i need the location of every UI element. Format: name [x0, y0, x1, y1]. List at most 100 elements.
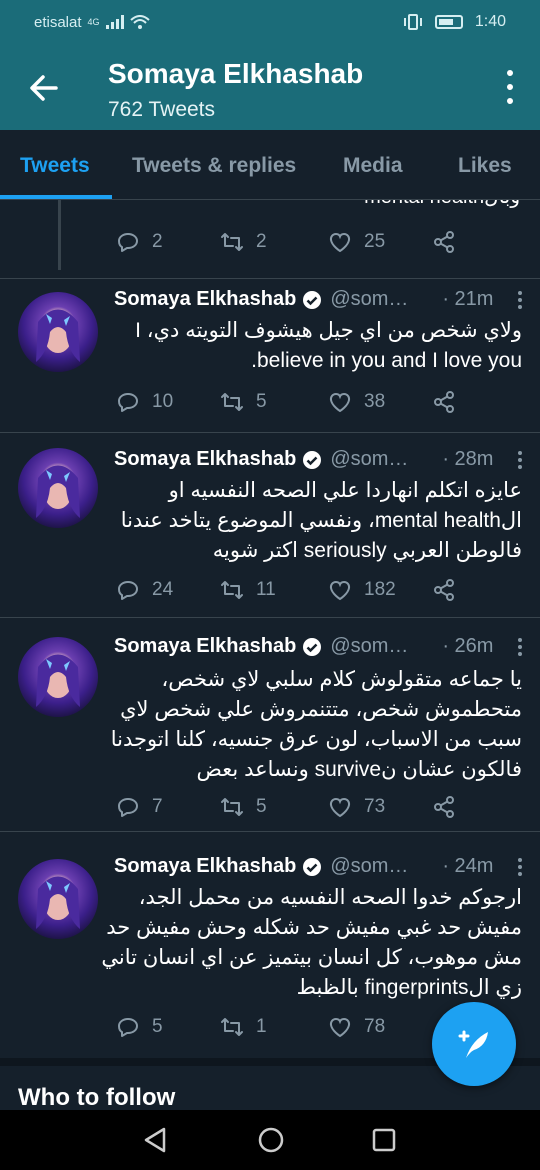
tweet-time[interactable]: · 24m [442, 855, 493, 878]
avatar-image [36, 465, 80, 518]
reply-button[interactable]: 2 [116, 230, 163, 254]
nav-home-icon[interactable] [258, 1126, 284, 1154]
avatar-image [36, 654, 80, 707]
author-handle: @som… [330, 635, 409, 657]
tweet-item[interactable]: Somaya Elkhashab @som… · 28m عايزه اتكلم… [0, 432, 540, 617]
profile-header: Somaya Elkhashab 762 Tweets [0, 44, 540, 130]
share-button[interactable] [432, 795, 456, 819]
reply-icon [118, 1018, 138, 1037]
reply-count: 2 [152, 231, 163, 252]
tweet-more-icon[interactable] [518, 857, 522, 876]
clipped-tweet-text: وبالmental health [364, 200, 520, 209]
tweet-feed[interactable]: وبالmental health 2 2 25 Somaya Elkhasha… [0, 200, 540, 1110]
heart-icon [329, 580, 351, 601]
heart-icon [329, 1017, 351, 1038]
retweet-button[interactable]: 5 [220, 390, 267, 414]
reply-icon [118, 233, 138, 252]
tweet-header: Somaya Elkhashab @som… · 21m [114, 288, 522, 311]
tweet-text: ولاي شخص من اي جيل هيشوف التويته دي، I b… [114, 316, 522, 376]
tweet-time[interactable]: · 28m [442, 448, 493, 471]
avatar-image [36, 876, 80, 929]
retweet-icon [221, 581, 243, 599]
retweet-count: 2 [256, 231, 267, 252]
author-name[interactable]: Somaya Elkhashab [114, 448, 296, 471]
like-button[interactable]: 73 [328, 795, 385, 819]
tweet-item[interactable]: Somaya Elkhashab @som… · 21m ولاي شخص من… [0, 278, 540, 432]
retweet-button[interactable]: 5 [220, 795, 267, 819]
author-name[interactable]: Somaya Elkhashab [114, 855, 296, 878]
tweet-time[interactable]: · 21m [442, 288, 493, 311]
reply-button[interactable]: 10 [116, 390, 173, 414]
avatar[interactable] [18, 292, 98, 372]
tweet-more-icon[interactable] [518, 450, 522, 469]
verified-badge-icon [303, 857, 322, 876]
tweet-more-icon[interactable] [518, 290, 522, 309]
tweet-text: ارجوكم خدوا الصحه النفسيه من محمل الجد، … [101, 883, 522, 1003]
tweet-line: مفيش حد غبي مفيش حد شكله وحش مفيش حد [106, 916, 522, 939]
like-button[interactable]: 25 [328, 230, 385, 254]
tweet-actions: 5 1 78 [116, 1015, 476, 1045]
tweet-header: Somaya Elkhashab @som… · 24m [114, 855, 522, 878]
network-type: 4G [87, 17, 100, 27]
reply-count: 5 [152, 1016, 163, 1037]
back-arrow-icon[interactable] [24, 68, 64, 108]
reply-button[interactable]: 7 [116, 795, 163, 819]
like-button[interactable]: 78 [328, 1015, 385, 1039]
clipped-tweet-actions: 2 2 25 [116, 230, 476, 260]
tweet-text: عايزه اتكلم انهاردا علي الصحه النفسيه او… [114, 476, 522, 566]
retweet-count: 5 [256, 796, 267, 817]
tweet-item[interactable]: Somaya Elkhashab @som… · 26m يا جماعه مت… [0, 617, 540, 831]
tab-tweets-replies[interactable]: Tweets & replies [132, 154, 296, 178]
overflow-menu-icon[interactable] [506, 70, 514, 104]
avatar[interactable] [18, 859, 98, 939]
reply-icon [118, 798, 138, 817]
like-count: 182 [364, 579, 396, 600]
tab-likes[interactable]: Likes [458, 154, 512, 178]
tweet-actions: 7 5 73 [116, 795, 476, 825]
wifi-icon [129, 15, 150, 29]
retweet-button[interactable]: 11 [220, 578, 276, 602]
share-button[interactable] [432, 230, 456, 254]
system-nav-bar [0, 1110, 540, 1170]
like-count: 25 [364, 231, 386, 252]
like-button[interactable]: 182 [328, 578, 396, 602]
reply-count: 7 [152, 796, 163, 817]
reply-count: 24 [152, 579, 174, 600]
reply-button[interactable]: 24 [116, 578, 173, 602]
signal-icon [105, 15, 124, 29]
retweet-button[interactable]: 1 [220, 1015, 267, 1039]
profile-tabs: Tweets Tweets & replies Media Likes [0, 130, 540, 200]
like-count: 38 [364, 391, 386, 412]
tweet-more-icon[interactable] [518, 637, 522, 656]
retweet-button[interactable]: 2 [220, 230, 267, 254]
tab-media[interactable]: Media [343, 154, 403, 178]
like-count: 78 [364, 1016, 386, 1037]
retweet-icon [221, 233, 243, 251]
retweet-icon [221, 1018, 243, 1036]
tweet-line: فالكون عشان نsurvive ونساعد بعض [196, 758, 522, 781]
retweet-count: 1 [256, 1016, 267, 1037]
like-count: 73 [364, 796, 386, 817]
nav-recents-icon[interactable] [372, 1128, 396, 1152]
share-button[interactable] [432, 390, 456, 414]
avatar[interactable] [18, 637, 98, 717]
retweet-count: 11 [256, 579, 276, 600]
author-name[interactable]: Somaya Elkhashab [114, 635, 296, 658]
reply-count: 10 [152, 391, 174, 412]
tweet-header: Somaya Elkhashab @som… · 28m [114, 448, 522, 471]
author-name[interactable]: Somaya Elkhashab [114, 288, 296, 311]
share-button[interactable] [432, 578, 456, 602]
like-button[interactable]: 38 [328, 390, 385, 414]
tab-tweets[interactable]: Tweets [20, 154, 90, 178]
tweet-actions: 10 5 38 [116, 390, 476, 420]
tweet-time[interactable]: · 26m [442, 635, 493, 658]
tweet-line: ولاي شخص من اي جيل هيشوف التويته دي، I [135, 319, 522, 342]
status-bar: etisalat 4G 1:40 [0, 0, 540, 44]
compose-tweet-button[interactable] [432, 1002, 516, 1086]
avatar[interactable] [18, 448, 98, 528]
share-icon [434, 391, 454, 413]
reply-button[interactable]: 5 [116, 1015, 163, 1039]
tweet-line: سبب من الاسباب، لون عرق جنسيه، كلنا اتوج… [110, 728, 522, 751]
tweet-line: يا جماعه متقولوش كلام سلبي لاي شخص، [161, 668, 523, 691]
nav-back-icon[interactable] [142, 1126, 168, 1154]
